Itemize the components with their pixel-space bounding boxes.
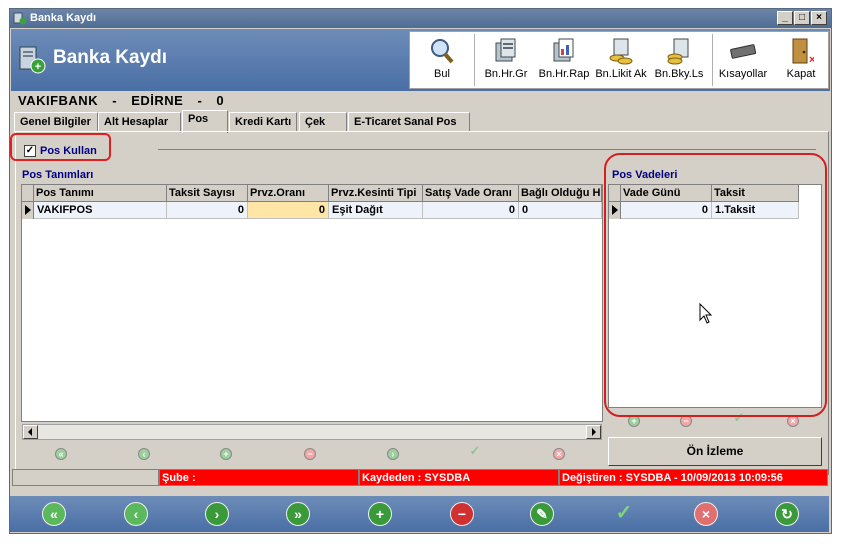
tab-pos[interactable]: Pos	[182, 110, 228, 133]
nav-prior-icon[interactable]: ‹	[138, 448, 150, 460]
tab-genel-bilgiler[interactable]: Genel Bilgiler	[14, 112, 98, 132]
cell-pos-tanimi[interactable]: VAKIFPOS	[34, 202, 167, 219]
bn-bky-ls-button[interactable]: Bn.Bky.Ls	[650, 32, 708, 88]
toolbar: Bul Bn.Hr.Gr Bn.Hr.Rap Bn.Likit Ak Bn.Bk…	[409, 31, 829, 89]
col-prvz-kesinti-tipi[interactable]: Prvz.Kesinti Tipi	[329, 185, 423, 202]
maximize-button[interactable]: □	[794, 11, 810, 25]
scroll-right-arrow[interactable]	[586, 425, 601, 439]
bn-likit-ak-label: Bn.Likit Ak	[595, 68, 647, 80]
delete-record-icon[interactable]: −	[450, 502, 474, 526]
coins-icon	[609, 38, 633, 65]
bn-likit-ak-button[interactable]: Bn.Likit Ak	[594, 32, 648, 88]
on-izleme-button[interactable]: Ön İzleme	[608, 437, 822, 466]
nav-post-icon[interactable]: ✓	[469, 444, 481, 458]
col-taksit-sayisi[interactable]: Taksit Sayısı	[167, 185, 248, 202]
status-bar: Şube : Kaydeden : SYSDBA Değiştiren : SY…	[12, 469, 828, 486]
toolbar-separator	[474, 34, 475, 86]
close-button[interactable]: ×	[811, 11, 827, 25]
info-separator: -	[197, 93, 203, 108]
cell-prvz-kesinti-tipi[interactable]: Eşit Dağıt	[329, 202, 423, 219]
add-record-icon[interactable]: +	[368, 502, 392, 526]
pos-kullan-label: Pos Kullan	[40, 145, 97, 157]
status-kaydeden: Kaydeden : SYSDBA	[359, 469, 559, 486]
exit-door-icon: ×	[792, 38, 814, 65]
mouse-cursor-icon	[699, 303, 713, 324]
tab-cek[interactable]: Çek	[299, 112, 347, 132]
toolbar-separator	[712, 34, 713, 86]
edit-record-icon[interactable]: ✎	[530, 502, 554, 526]
status-empty	[12, 469, 159, 486]
bn-hr-rap-label: Bn.Hr.Rap	[538, 68, 590, 80]
bn-bky-ls-label: Bn.Bky.Ls	[654, 68, 704, 80]
nav-first-icon[interactable]: «	[55, 448, 67, 460]
status-sube: Şube :	[159, 469, 359, 486]
nav-cancel-icon[interactable]: ×	[553, 448, 565, 460]
bank-name: VAKIFBANK	[18, 93, 99, 108]
branch-number: 0	[216, 93, 225, 108]
nav-edit-icon[interactable]: ›	[387, 448, 399, 460]
cell-prvz-orani[interactable]: 0	[248, 202, 329, 219]
bottom-navigation-bar: « ‹ › » + − ✎ ✓ × ↻	[10, 496, 829, 532]
tab-alt-hesaplar[interactable]: Alt Hesaplar	[98, 112, 181, 132]
tab-kredi-karti[interactable]: Kredi Kartı	[229, 112, 297, 132]
next-record-icon[interactable]: ›	[205, 502, 229, 526]
scroll-left-arrow[interactable]	[23, 425, 38, 439]
bn-hr-rap-button[interactable]: Bn.Hr.Rap	[536, 32, 592, 88]
branch-city: EDİRNE	[131, 93, 184, 108]
save-record-icon[interactable]: ✓	[612, 502, 636, 526]
col-pos-tanimi[interactable]: Pos Tanımı	[34, 185, 167, 202]
title-bar: Banka Kaydı _ □ ×	[10, 9, 831, 28]
kapat-button[interactable]: × Kapat	[778, 32, 824, 88]
tab-e-ticaret-sanal-pos[interactable]: E-Ticaret Sanal Pos	[348, 112, 470, 132]
bank-info-bar: VAKIFBANK - EDİRNE - 0	[18, 93, 234, 108]
pos-kullan-checkbox[interactable]: ✓	[24, 145, 36, 157]
cell-satis-vade-orani[interactable]: 0	[423, 202, 519, 219]
last-record-icon[interactable]: »	[286, 502, 310, 526]
kisayollar-button[interactable]: Kısayollar	[715, 32, 771, 88]
cell-taksit-sayisi[interactable]: 0	[167, 202, 248, 219]
app-icon	[13, 12, 27, 25]
kisayollar-label: Kısayollar	[718, 68, 768, 80]
keyboard-icon	[730, 44, 756, 59]
divider	[158, 149, 816, 150]
nav-insert-icon[interactable]: +	[220, 448, 232, 460]
pos-tanimlari-grid[interactable]: Pos Tanımı Taksit Sayısı Prvz.Oranı Prvz…	[21, 184, 603, 422]
svg-text:×: ×	[809, 54, 814, 65]
prior-record-icon[interactable]: ‹	[124, 502, 148, 526]
grid-corner	[22, 185, 34, 202]
balance-list-icon	[667, 38, 689, 65]
bul-label: Bul	[434, 68, 450, 80]
pos-grid-navigator: « ‹ + − › ✓ ×	[20, 444, 602, 468]
cell-bagli-oldugu[interactable]: 0	[519, 202, 602, 219]
nav-delete-icon[interactable]: −	[304, 448, 316, 460]
horizontal-scrollbar[interactable]	[22, 424, 602, 440]
bank-movement-icon	[495, 38, 516, 62]
window-title: Banka Kaydı	[30, 12, 97, 24]
header-banner: + Banka Kaydı Bul Bn.Hr.Gr Bn.Hr.Rap Bn.…	[11, 29, 830, 91]
status-degistiren: Değiştiren : SYSDBA - 10/09/2013 10:09:5…	[559, 469, 828, 486]
bul-button[interactable]: Bul	[418, 32, 466, 88]
bank-record-icon: +	[19, 46, 46, 74]
info-separator: -	[112, 93, 118, 108]
bn-hr-gr-button[interactable]: Bn.Hr.Gr	[480, 32, 532, 88]
svg-text:+: +	[35, 61, 41, 73]
col-prvz-orani[interactable]: Prvz.Oranı	[248, 185, 329, 202]
refresh-icon[interactable]: ↻	[775, 502, 799, 526]
first-record-icon[interactable]: «	[42, 502, 66, 526]
magnifier-icon	[431, 39, 454, 64]
bank-report-icon	[553, 38, 574, 62]
header-title: Banka Kaydı	[53, 47, 168, 68]
col-satis-vade-orani[interactable]: Satış Vade Oranı	[423, 185, 519, 202]
cancel-record-icon[interactable]: ×	[694, 502, 718, 526]
pos-vadeleri-highlight	[604, 153, 827, 417]
bn-hr-gr-label: Bn.Hr.Gr	[484, 68, 528, 80]
current-row-indicator	[22, 202, 34, 219]
col-bagli-oldugu[interactable]: Bağlı Olduğu H	[519, 185, 602, 202]
minimize-button[interactable]: _	[777, 11, 793, 25]
kapat-label: Kapat	[786, 68, 816, 80]
pos-tanimlari-title: Pos Tanımları	[22, 169, 94, 181]
